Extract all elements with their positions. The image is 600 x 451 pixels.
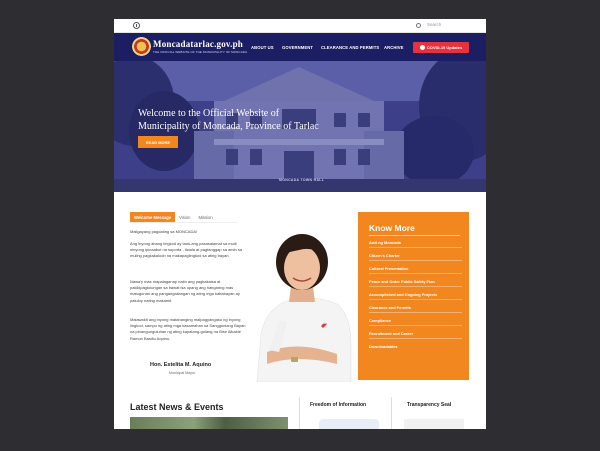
know-more-title: Know More [369, 223, 415, 233]
main-navbar: Moncadatarlac.gov.ph THE OFFICIAL WEBSIT… [114, 33, 486, 61]
news-thumbnail-strip[interactable] [130, 417, 288, 429]
nav-government[interactable]: GOVERNMENT [282, 45, 313, 50]
know-more-link-citizens-charter[interactable]: Citizen's Charter [369, 253, 462, 261]
municipal-seal-logo[interactable] [132, 37, 151, 56]
know-more-link-compliance[interactable]: Compliance [369, 318, 462, 326]
nav-archive[interactable]: ARCHIVE [384, 45, 404, 50]
hero-heading-line1: Welcome to the Official Website of [138, 108, 280, 119]
building-sign: MONCADA TOWN HALL [279, 178, 325, 182]
nav-clearance-permits[interactable]: CLEARANCE AND PERMITS [321, 45, 379, 50]
section-divider [299, 397, 300, 429]
utility-bar: Search [114, 19, 486, 33]
hero-banner: MONCADA TOWN HALL Welcome to the Officia… [114, 61, 486, 192]
foi-logo[interactable] [319, 419, 379, 429]
welcome-tabs: Welcome Message Vision Mission [130, 212, 217, 222]
read-more-button[interactable]: READ MORE [138, 136, 178, 148]
know-more-link-cultural[interactable]: Cultural Presentation [369, 266, 462, 274]
welcome-paragraph-3: Malawakit ang inyong matahanging maipagy… [130, 317, 246, 341]
freedom-of-information-heading: Freedom of Information [310, 402, 367, 408]
site-brand[interactable]: Moncadatarlac.gov.ph [153, 39, 243, 49]
virus-icon [419, 45, 425, 50]
welcome-paragraph-1: Ang inyong abang lingkod ay taos-ang pas… [130, 241, 243, 259]
nav-about-us[interactable]: ABOUT US [251, 45, 274, 50]
tab-underline [130, 222, 238, 223]
know-more-panel: Know More Awit ng Moncada Citizen's Char… [358, 212, 469, 380]
section-divider [391, 397, 392, 429]
mayor-portrait [247, 224, 355, 382]
hero-heading: Welcome to the Official Website of Munic… [138, 107, 319, 133]
know-more-link-projects[interactable]: Accomplished and Ongoing Projects [369, 292, 462, 300]
tab-mission[interactable]: Mission [195, 212, 217, 222]
covid-updates-label: COVID-19 Updates [426, 45, 463, 50]
welcome-paragraph-2: Nawa'y mas mapalaganap natin ang pagkaka… [130, 279, 240, 303]
transparency-seal-heading: Transparency Seal [407, 402, 452, 408]
welcome-greeting: Maligayang pagdating sa MONCADA! [130, 229, 198, 234]
know-more-link-peace-order[interactable]: Peace and Order Public Safety Plan [369, 279, 462, 287]
transparency-seal-logo[interactable] [404, 419, 464, 429]
tab-welcome-message[interactable]: Welcome Message [130, 212, 176, 222]
site-tagline: THE OFFICIAL WEBSITE OF THE MUNICIPALITY… [153, 50, 248, 54]
mayor-name: Hon. Estelita M. Aquino [150, 362, 212, 368]
search-icon[interactable] [416, 23, 421, 28]
search-input[interactable]: Search [427, 22, 441, 27]
mayor-role: Municipal Mayor [169, 371, 196, 375]
accessibility-icon[interactable] [133, 22, 140, 29]
know-more-divider [369, 235, 460, 236]
know-more-link-recruitment[interactable]: Recruitment and Career [369, 331, 462, 339]
latest-news-heading: Latest News & Events [130, 402, 224, 412]
know-more-link-clearance[interactable]: Clearance and Permits [369, 305, 462, 313]
tab-vision[interactable]: Vision [175, 212, 194, 222]
hero-heading-line2: Municipality of Moncada, Province of Tar… [138, 121, 319, 132]
know-more-link-awit[interactable]: Awit ng Moncada [369, 240, 462, 248]
know-more-link-downloadables[interactable]: Downloadables [369, 344, 462, 351]
browser-page: Search Moncadatarlac.gov.ph THE OFFICIAL… [114, 19, 486, 429]
covid-updates-button[interactable]: COVID-19 Updates [413, 42, 469, 53]
